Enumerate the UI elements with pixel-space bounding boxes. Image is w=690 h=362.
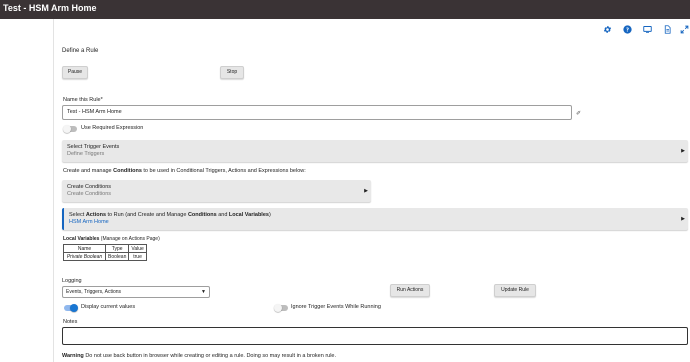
column-header: Type xyxy=(104,244,130,253)
select-actions-panel[interactable]: Select Actions to Run (and Create and Ma… xyxy=(62,208,688,230)
monitor-icon[interactable] xyxy=(641,25,653,37)
conditions-intro-text: Create and manage xyxy=(63,168,114,174)
actions-title-text-4: ) xyxy=(268,212,271,218)
rule-name-value: Test - HSM Arm Home xyxy=(67,109,122,115)
rule-name-input[interactable]: Test - HSM Arm Home xyxy=(62,105,572,120)
actions-title-text-2: to Run (and Create and Manage xyxy=(106,212,188,218)
table-cell: Boolean xyxy=(104,252,130,261)
create-conditions-panel[interactable]: Create Conditions Create Conditions ▶ xyxy=(62,180,371,202)
required-expression-label: Use Required Expression xyxy=(81,125,144,131)
actions-title-text-3: and xyxy=(216,212,229,218)
required-expression-toggle[interactable] xyxy=(63,124,77,133)
notes-textarea[interactable] xyxy=(62,327,688,345)
actions-title-bold-1: Actions xyxy=(85,212,106,218)
local-variables-table: Name Type Value Private Boolean Boolean … xyxy=(63,244,147,261)
window-title: Test - HSM Arm Home xyxy=(3,3,97,13)
sidebar xyxy=(0,19,54,362)
chevron-right-icon: ▶ xyxy=(364,188,368,194)
edit-icon[interactable]: ✐ xyxy=(576,110,581,117)
display-values-label: Display current values xyxy=(81,304,136,310)
table-cell: Private Boolean xyxy=(63,252,106,261)
local-variables-title: Local Variables xyxy=(63,236,100,242)
select-triggers-panel[interactable]: Select Trigger Events Define Triggers ▶ xyxy=(62,140,688,162)
title-bar: Test - HSM Arm Home xyxy=(0,0,690,19)
pause-button[interactable]: Pause xyxy=(62,66,88,79)
update-rule-button[interactable]: Update Rule xyxy=(494,284,536,297)
actions-title: Select Actions to Run (and Create and Ma… xyxy=(69,212,271,218)
warning-message: Do not use back button in browser while … xyxy=(83,353,337,359)
actions-title-bold-3: Local Variables xyxy=(228,212,269,218)
conditions-subtitle: Create Conditions xyxy=(67,191,112,197)
gear-icon[interactable] xyxy=(601,25,613,37)
svg-text:?: ? xyxy=(625,27,628,33)
rule-name-label: Name this Rule* xyxy=(63,97,103,103)
run-actions-button[interactable]: Run Actions xyxy=(390,284,430,297)
caret-down-icon: ▼ xyxy=(201,289,206,295)
notes-label: Notes xyxy=(63,319,78,325)
actions-title-bold-2: Conditions xyxy=(187,212,217,218)
local-variables-note: (Manage on Actions Page) xyxy=(99,236,160,242)
column-header: Name xyxy=(63,244,106,253)
document-icon[interactable] xyxy=(661,25,673,37)
chevron-right-icon: ▶ xyxy=(681,148,685,154)
chevron-right-icon: ▶ xyxy=(681,216,685,222)
ignore-triggers-toggle[interactable] xyxy=(274,303,288,312)
stop-button[interactable]: Stop xyxy=(220,66,244,79)
page-heading: Define a Rule xyxy=(62,48,99,54)
display-values-toggle[interactable] xyxy=(64,303,78,312)
table-cell: true xyxy=(128,252,147,261)
table-row: Private Boolean Boolean true xyxy=(63,252,147,261)
local-variables-label: Local Variables (Manage on Actions Page) xyxy=(63,236,160,242)
triggers-subtitle: Define Triggers xyxy=(67,151,105,157)
actions-subtitle: HSM Arm Home xyxy=(69,219,109,225)
column-header: Value xyxy=(128,244,147,253)
triggers-title: Select Trigger Events xyxy=(67,144,120,150)
logging-selected-value: Events, Triggers, Actions xyxy=(66,289,122,295)
table-header-row: Name Type Value xyxy=(63,244,147,253)
warning-bold: Warning xyxy=(62,353,84,359)
expand-icon[interactable] xyxy=(678,25,690,37)
help-icon[interactable]: ? xyxy=(621,25,633,37)
conditions-intro-bold: Conditions xyxy=(113,168,142,174)
logging-select[interactable]: Events, Triggers, Actions ▼ xyxy=(62,286,210,298)
conditions-title: Create Conditions xyxy=(67,184,112,190)
logging-label: Logging xyxy=(62,278,82,284)
conditions-intro: Create and manage Conditions to be used … xyxy=(63,168,306,174)
actions-title-text-1: Select xyxy=(69,212,86,218)
warning-text: Warning Do not use back button in browse… xyxy=(62,353,336,359)
conditions-intro-text-2: to be used in Conditional Triggers, Acti… xyxy=(141,168,306,174)
ignore-triggers-label: Ignore Trigger Events While Running xyxy=(291,304,381,310)
